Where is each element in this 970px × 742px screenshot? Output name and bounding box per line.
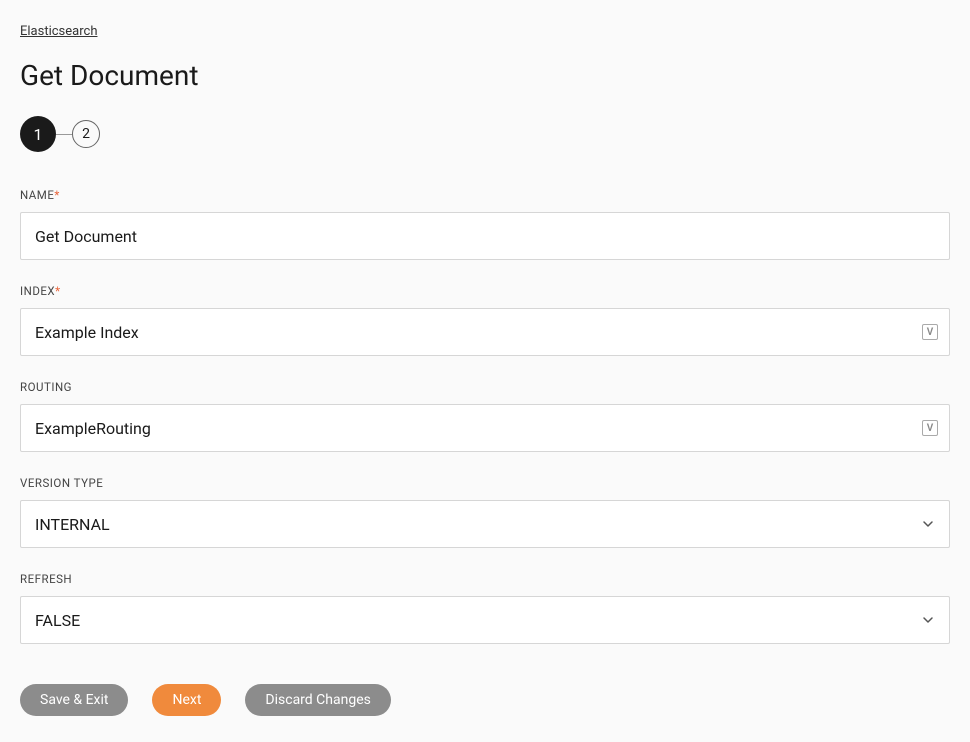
routing-label: ROUTING [20,380,950,394]
footer-buttons: Save & Exit Next Discard Changes [20,684,950,716]
index-label: INDEX* [20,284,950,298]
step-2[interactable]: 2 [72,120,100,148]
variable-icon[interactable]: V [922,324,938,340]
refresh-label: REFRESH [20,572,950,586]
save-exit-button[interactable]: Save & Exit [20,684,128,716]
breadcrumb[interactable]: Elasticsearch [20,24,97,39]
index-input[interactable] [20,308,950,356]
page-title: Get Document [20,59,950,92]
required-mark: * [54,188,59,202]
name-input[interactable] [20,212,950,260]
version-type-select[interactable]: INTERNAL [20,500,950,548]
refresh-select[interactable]: FALSE [20,596,950,644]
discard-changes-button[interactable]: Discard Changes [245,684,390,716]
step-connector [56,134,72,135]
version-type-label: VERSION TYPE [20,476,950,490]
variable-icon[interactable]: V [922,420,938,436]
name-label: NAME* [20,188,950,202]
stepper: 1 2 [20,116,950,152]
routing-input[interactable] [20,404,950,452]
next-button[interactable]: Next [152,684,221,716]
step-1[interactable]: 1 [20,116,56,152]
required-mark: * [55,284,60,298]
